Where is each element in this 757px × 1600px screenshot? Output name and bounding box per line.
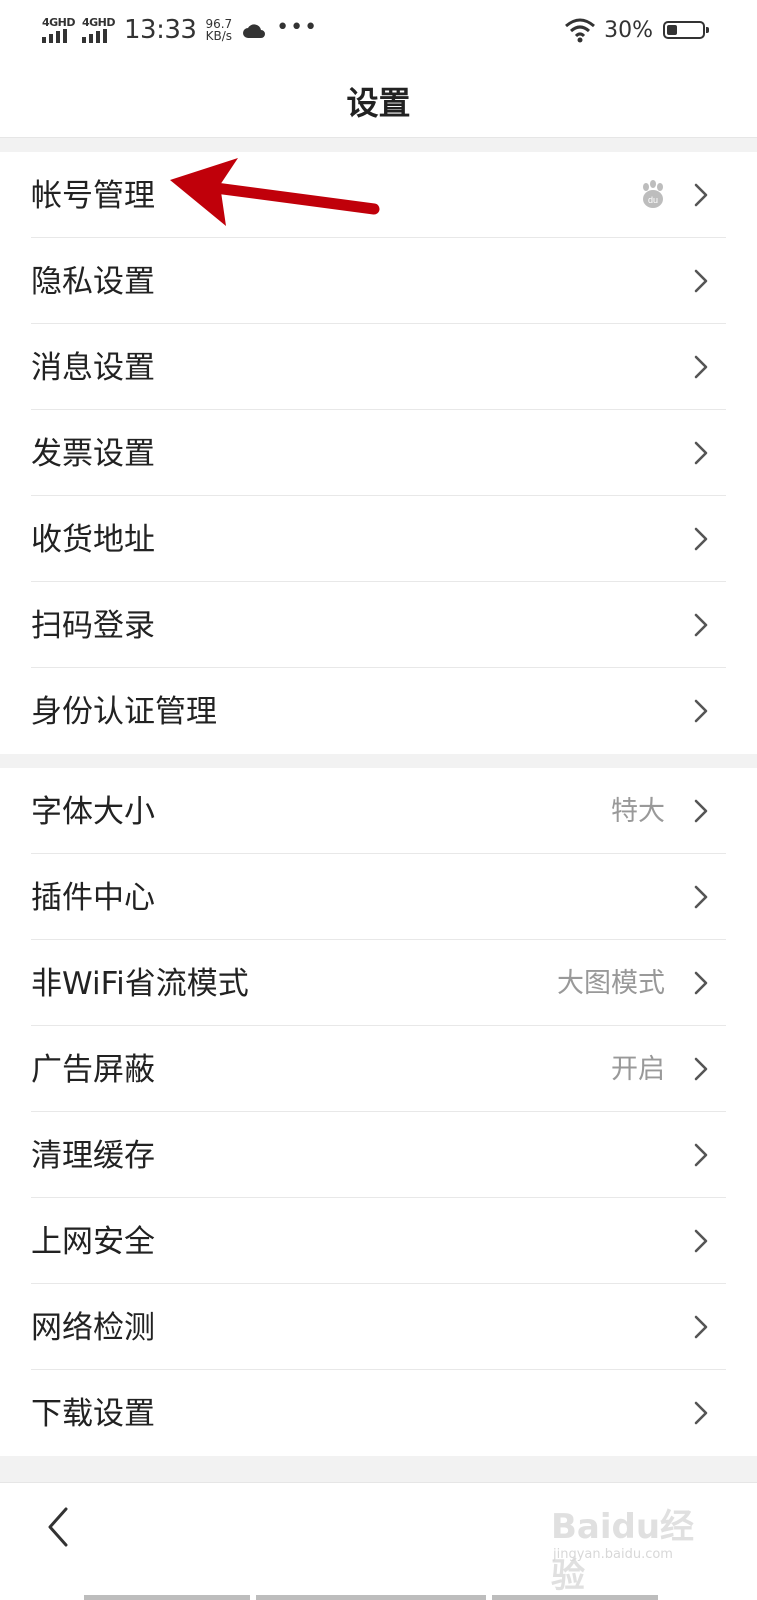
settings-row-label: 扫码登录 [31, 608, 155, 644]
network-speed-unit: KB/s [205, 29, 232, 43]
wifi-icon [565, 18, 596, 43]
settings-row-label: 身份认证管理 [31, 694, 217, 730]
settings-row[interactable]: 帐号管理 du [0, 152, 757, 238]
settings-row[interactable]: 字体大小 特大 [0, 768, 757, 854]
settings-row-label: 清理缓存 [31, 1138, 155, 1174]
chevron-right-icon [694, 1057, 708, 1081]
back-icon[interactable] [40, 1503, 80, 1553]
settings-group-general: 字体大小 特大 插件中心 非WiFi省流模式 大图模式 广告屏蔽 开启 清理缓存 [0, 768, 757, 1456]
settings-row-label: 下载设置 [31, 1396, 155, 1432]
battery-fill [667, 25, 677, 35]
settings-row-value: 大图模式 [557, 968, 665, 999]
page-title: 设置 [346, 84, 411, 122]
baidu-paw-icon: du [643, 180, 663, 208]
settings-row-label: 发票设置 [31, 436, 155, 472]
settings-row[interactable]: 清理缓存 [0, 1112, 757, 1198]
settings-row-label: 网络检测 [31, 1310, 155, 1346]
settings-row[interactable]: 插件中心 [0, 854, 757, 940]
settings-row[interactable]: 发票设置 [0, 410, 757, 496]
chevron-right-icon [694, 1315, 708, 1339]
signal-icon: 4GHD [82, 15, 116, 45]
battery-icon [663, 21, 709, 39]
more-notifications-icon: ••• [276, 14, 319, 40]
settings-row-label: 广告屏蔽 [31, 1052, 155, 1088]
chevron-right-icon [694, 799, 708, 823]
chevron-right-icon [694, 699, 708, 723]
home-indicator [492, 1595, 658, 1600]
header: 设置 [0, 60, 757, 138]
clock: 13:33 [124, 15, 197, 45]
chevron-right-icon [694, 441, 708, 465]
settings-row[interactable]: 下载设置 [0, 1370, 757, 1456]
settings-row[interactable]: 网络检测 [0, 1284, 757, 1370]
chevron-right-icon [694, 613, 708, 637]
chevron-right-icon [694, 885, 708, 909]
settings-row-value: 特大 [611, 796, 665, 827]
settings-group-account: 帐号管理 du 隐私设置 消息设置 发票设置 收货地址 扫码登录 身份认证管理 [0, 152, 757, 754]
cloud-icon [243, 24, 266, 38]
home-indicator [84, 1595, 250, 1600]
network-speed: 96.7 KB/s [205, 18, 232, 42]
settings-row-label: 字体大小 [31, 794, 155, 830]
settings-row[interactable]: 非WiFi省流模式 大图模式 [0, 940, 757, 1026]
settings-row-label: 收货地址 [31, 522, 155, 558]
settings-row[interactable]: 上网安全 [0, 1198, 757, 1284]
bottom-navigation-bar: Baidu经验 jingyan.baidu.com [0, 1482, 757, 1600]
watermark: Baidu经验 jingyan.baidu.com [551, 1491, 721, 1596]
settings-row-label: 帐号管理 [31, 178, 155, 214]
settings-row[interactable]: 收货地址 [0, 496, 757, 582]
chevron-right-icon [694, 1401, 708, 1425]
status-bar: 4GHD 4GHD 13:33 96.7 KB/s ••• 30% [0, 0, 757, 60]
chevron-right-icon [694, 971, 708, 995]
settings-row[interactable]: 消息设置 [0, 324, 757, 410]
settings-row-label: 隐私设置 [31, 264, 155, 300]
signal-label: 4GHD [82, 16, 116, 29]
battery-percentage: 30% [604, 17, 653, 43]
chevron-right-icon [694, 269, 708, 293]
chevron-right-icon [694, 527, 708, 551]
signal-icon: 4GHD [42, 15, 76, 45]
settings-row-label: 插件中心 [31, 880, 155, 916]
signal-label: 4GHD [42, 16, 76, 29]
settings-row-label: 消息设置 [31, 350, 155, 386]
settings-row[interactable]: 隐私设置 [0, 238, 757, 324]
chevron-right-icon [694, 183, 708, 207]
chevron-right-icon [694, 1229, 708, 1253]
home-indicator [256, 1595, 486, 1600]
settings-row[interactable]: 广告屏蔽 开启 [0, 1026, 757, 1112]
settings-row[interactable]: 身份认证管理 [0, 668, 757, 754]
svg-text:du: du [648, 195, 658, 205]
chevron-right-icon [694, 1143, 708, 1167]
chevron-right-icon [694, 355, 708, 379]
settings-row-value: 开启 [611, 1054, 665, 1085]
settings-row-label: 非WiFi省流模式 [31, 966, 249, 1002]
watermark-url: jingyan.baidu.com [553, 1547, 673, 1562]
settings-row-label: 上网安全 [31, 1224, 155, 1260]
settings-row[interactable]: 扫码登录 [0, 582, 757, 668]
